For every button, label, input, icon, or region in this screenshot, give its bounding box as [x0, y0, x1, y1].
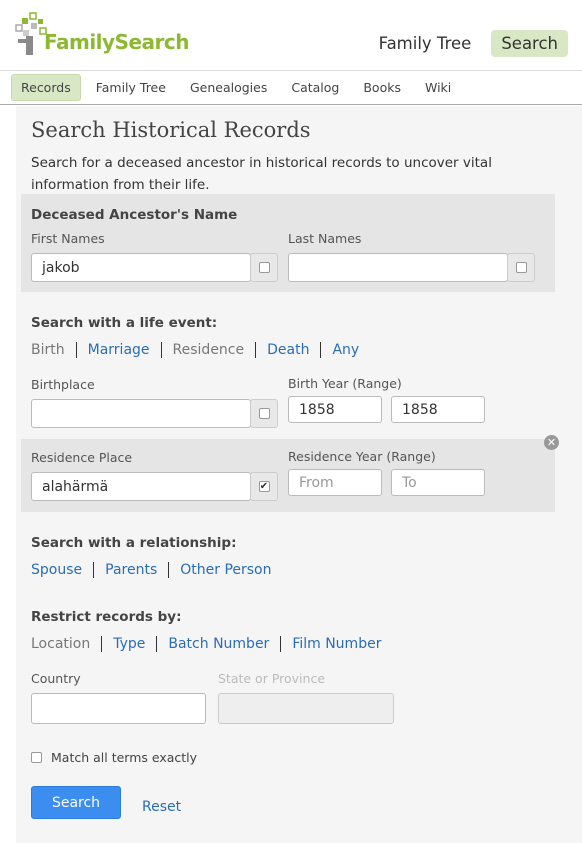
life-event-birth[interactable]: Birth: [31, 342, 76, 358]
relationship-links: Spouse Parents Other Person: [31, 562, 283, 578]
site-header: FamilySearch Family Tree Search: [0, 0, 582, 70]
life-event-death[interactable]: Death: [255, 342, 320, 358]
residence-year-label: Residence Year (Range): [288, 449, 436, 464]
state-province-input: [218, 693, 394, 724]
residence-place-label: Residence Place: [31, 450, 133, 465]
birth-year-from-value: 1858: [299, 401, 335, 418]
top-navigation: Family Tree Search: [369, 30, 568, 57]
reset-link[interactable]: Reset: [142, 799, 181, 815]
last-names-input[interactable]: [288, 253, 508, 282]
tree-logo-icon: [14, 12, 50, 56]
birth-year-label: Birth Year (Range): [288, 376, 402, 391]
search-form-panel: Search Historical Records Search for a d…: [16, 106, 582, 843]
relationship-other-person[interactable]: Other Person: [168, 562, 282, 578]
birth-year-to-input[interactable]: 1858: [391, 396, 485, 423]
residence-section: Residence Place alahärmä ✔ Residence Yea…: [21, 439, 555, 512]
residence-place-value: alahärmä: [42, 478, 109, 495]
state-province-label: State or Province: [218, 671, 326, 686]
relationship-heading: Search with a relationship:: [31, 535, 237, 551]
familysearch-logo[interactable]: FamilySearch: [14, 12, 190, 56]
first-names-label: First Names: [31, 231, 105, 246]
life-event-links: Birth Marriage Residence Death Any: [31, 342, 370, 358]
relationship-parents[interactable]: Parents: [93, 562, 168, 578]
first-names-exact-checkbox[interactable]: [258, 262, 270, 273]
restrict-links: Location Type Batch Number Film Number: [31, 636, 392, 652]
life-event-any[interactable]: Any: [320, 342, 370, 358]
birthplace-exact-toggle[interactable]: [250, 399, 278, 428]
life-event-residence[interactable]: Residence: [160, 342, 256, 358]
birthplace-exact-checkbox[interactable]: [258, 408, 270, 419]
search-subnav: Records Family Tree Genealogies Catalog …: [0, 70, 582, 105]
residence-year-to-input[interactable]: To: [391, 469, 485, 496]
residence-place-exact-checkbox[interactable]: ✔: [258, 481, 270, 492]
subnav-genealogies[interactable]: Genealogies: [181, 75, 276, 100]
subnav-catalog[interactable]: Catalog: [282, 75, 348, 100]
birth-year-from-input[interactable]: 1858: [288, 396, 382, 423]
residence-year-from-placeholder: From: [299, 474, 334, 491]
name-section: Deceased Ancestor's Name First Names jak…: [21, 194, 555, 292]
search-button[interactable]: Search: [31, 786, 121, 819]
name-section-heading: Deceased Ancestor's Name: [31, 207, 238, 223]
residence-year-from-input[interactable]: From: [288, 469, 382, 496]
brand-name: FamilySearch: [44, 30, 190, 54]
residence-place-input[interactable]: alahärmä: [31, 472, 251, 501]
page-description: Search for a deceased ancestor in histor…: [31, 155, 492, 193]
birthplace-label: Birthplace: [31, 377, 95, 392]
page-title: Search Historical Records: [31, 118, 311, 142]
residence-year-to-placeholder: To: [402, 474, 417, 491]
match-exact-label: Match all terms exactly: [51, 750, 198, 765]
subnav-wiki[interactable]: Wiki: [416, 75, 460, 100]
relationship-spouse[interactable]: Spouse: [31, 562, 93, 578]
first-names-value: jakob: [42, 259, 80, 276]
first-names-exact-toggle[interactable]: [250, 253, 278, 282]
country-label: Country: [31, 671, 81, 686]
top-nav-family-tree[interactable]: Family Tree: [369, 30, 482, 57]
restrict-heading: Restrict records by:: [31, 609, 182, 625]
residence-place-exact-toggle[interactable]: ✔: [250, 472, 278, 501]
restrict-type[interactable]: Type: [101, 636, 156, 652]
top-nav-search[interactable]: Search: [491, 30, 568, 57]
remove-residence-close-icon[interactable]: ✕: [544, 435, 559, 450]
match-exact-checkbox[interactable]: [31, 752, 42, 763]
subnav-records[interactable]: Records: [11, 74, 81, 101]
subnav-family-tree[interactable]: Family Tree: [87, 75, 175, 100]
restrict-location[interactable]: Location: [31, 636, 101, 652]
birthplace-input[interactable]: [31, 399, 251, 428]
life-event-heading: Search with a life event:: [31, 315, 218, 331]
restrict-batch-number[interactable]: Batch Number: [156, 636, 280, 652]
last-names-exact-checkbox[interactable]: [515, 262, 527, 273]
last-names-exact-toggle[interactable]: [507, 253, 535, 282]
birth-year-to-value: 1858: [402, 401, 438, 418]
match-exact-option[interactable]: Match all terms exactly: [31, 750, 197, 765]
country-input[interactable]: [31, 693, 206, 724]
restrict-film-number[interactable]: Film Number: [280, 636, 392, 652]
first-names-input[interactable]: jakob: [31, 253, 251, 282]
life-event-marriage[interactable]: Marriage: [75, 342, 161, 358]
last-names-label: Last Names: [288, 231, 362, 246]
subnav-books[interactable]: Books: [354, 75, 410, 100]
